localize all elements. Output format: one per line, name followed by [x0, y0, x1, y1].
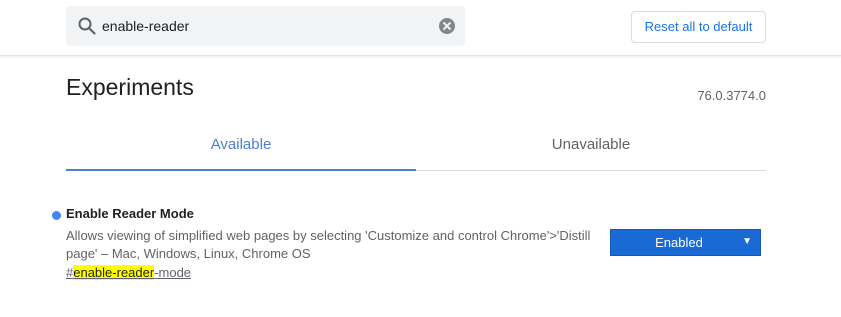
- chevron-down-icon: ▼: [742, 236, 752, 247]
- tab-bar: Available Unavailable: [66, 128, 766, 171]
- tab-available[interactable]: Available: [66, 128, 416, 171]
- link-suffix: -mode: [154, 265, 192, 280]
- tab-unavailable[interactable]: Unavailable: [416, 128, 766, 169]
- link-highlight: enable-reader: [73, 265, 155, 280]
- top-bar: Reset all to default: [0, 0, 841, 56]
- version-label: 76.0.3774.0: [697, 88, 766, 103]
- experiment-permalink[interactable]: #enable-reader-mode: [66, 265, 191, 280]
- page-title: Experiments: [66, 74, 194, 100]
- reset-all-button[interactable]: Reset all to default: [631, 11, 766, 43]
- status-dot-icon: [52, 211, 61, 220]
- experiment-description: Allows viewing of simplified web pages b…: [66, 228, 591, 261]
- state-select-value: Enabled: [655, 235, 703, 250]
- experiment-state-select[interactable]: Enabled ▼: [610, 229, 761, 256]
- search-box[interactable]: [66, 6, 465, 46]
- search-icon: [78, 17, 96, 35]
- search-input[interactable]: [102, 6, 432, 46]
- experiment-title: Enable Reader Mode: [66, 206, 194, 221]
- close-icon[interactable]: [439, 18, 455, 34]
